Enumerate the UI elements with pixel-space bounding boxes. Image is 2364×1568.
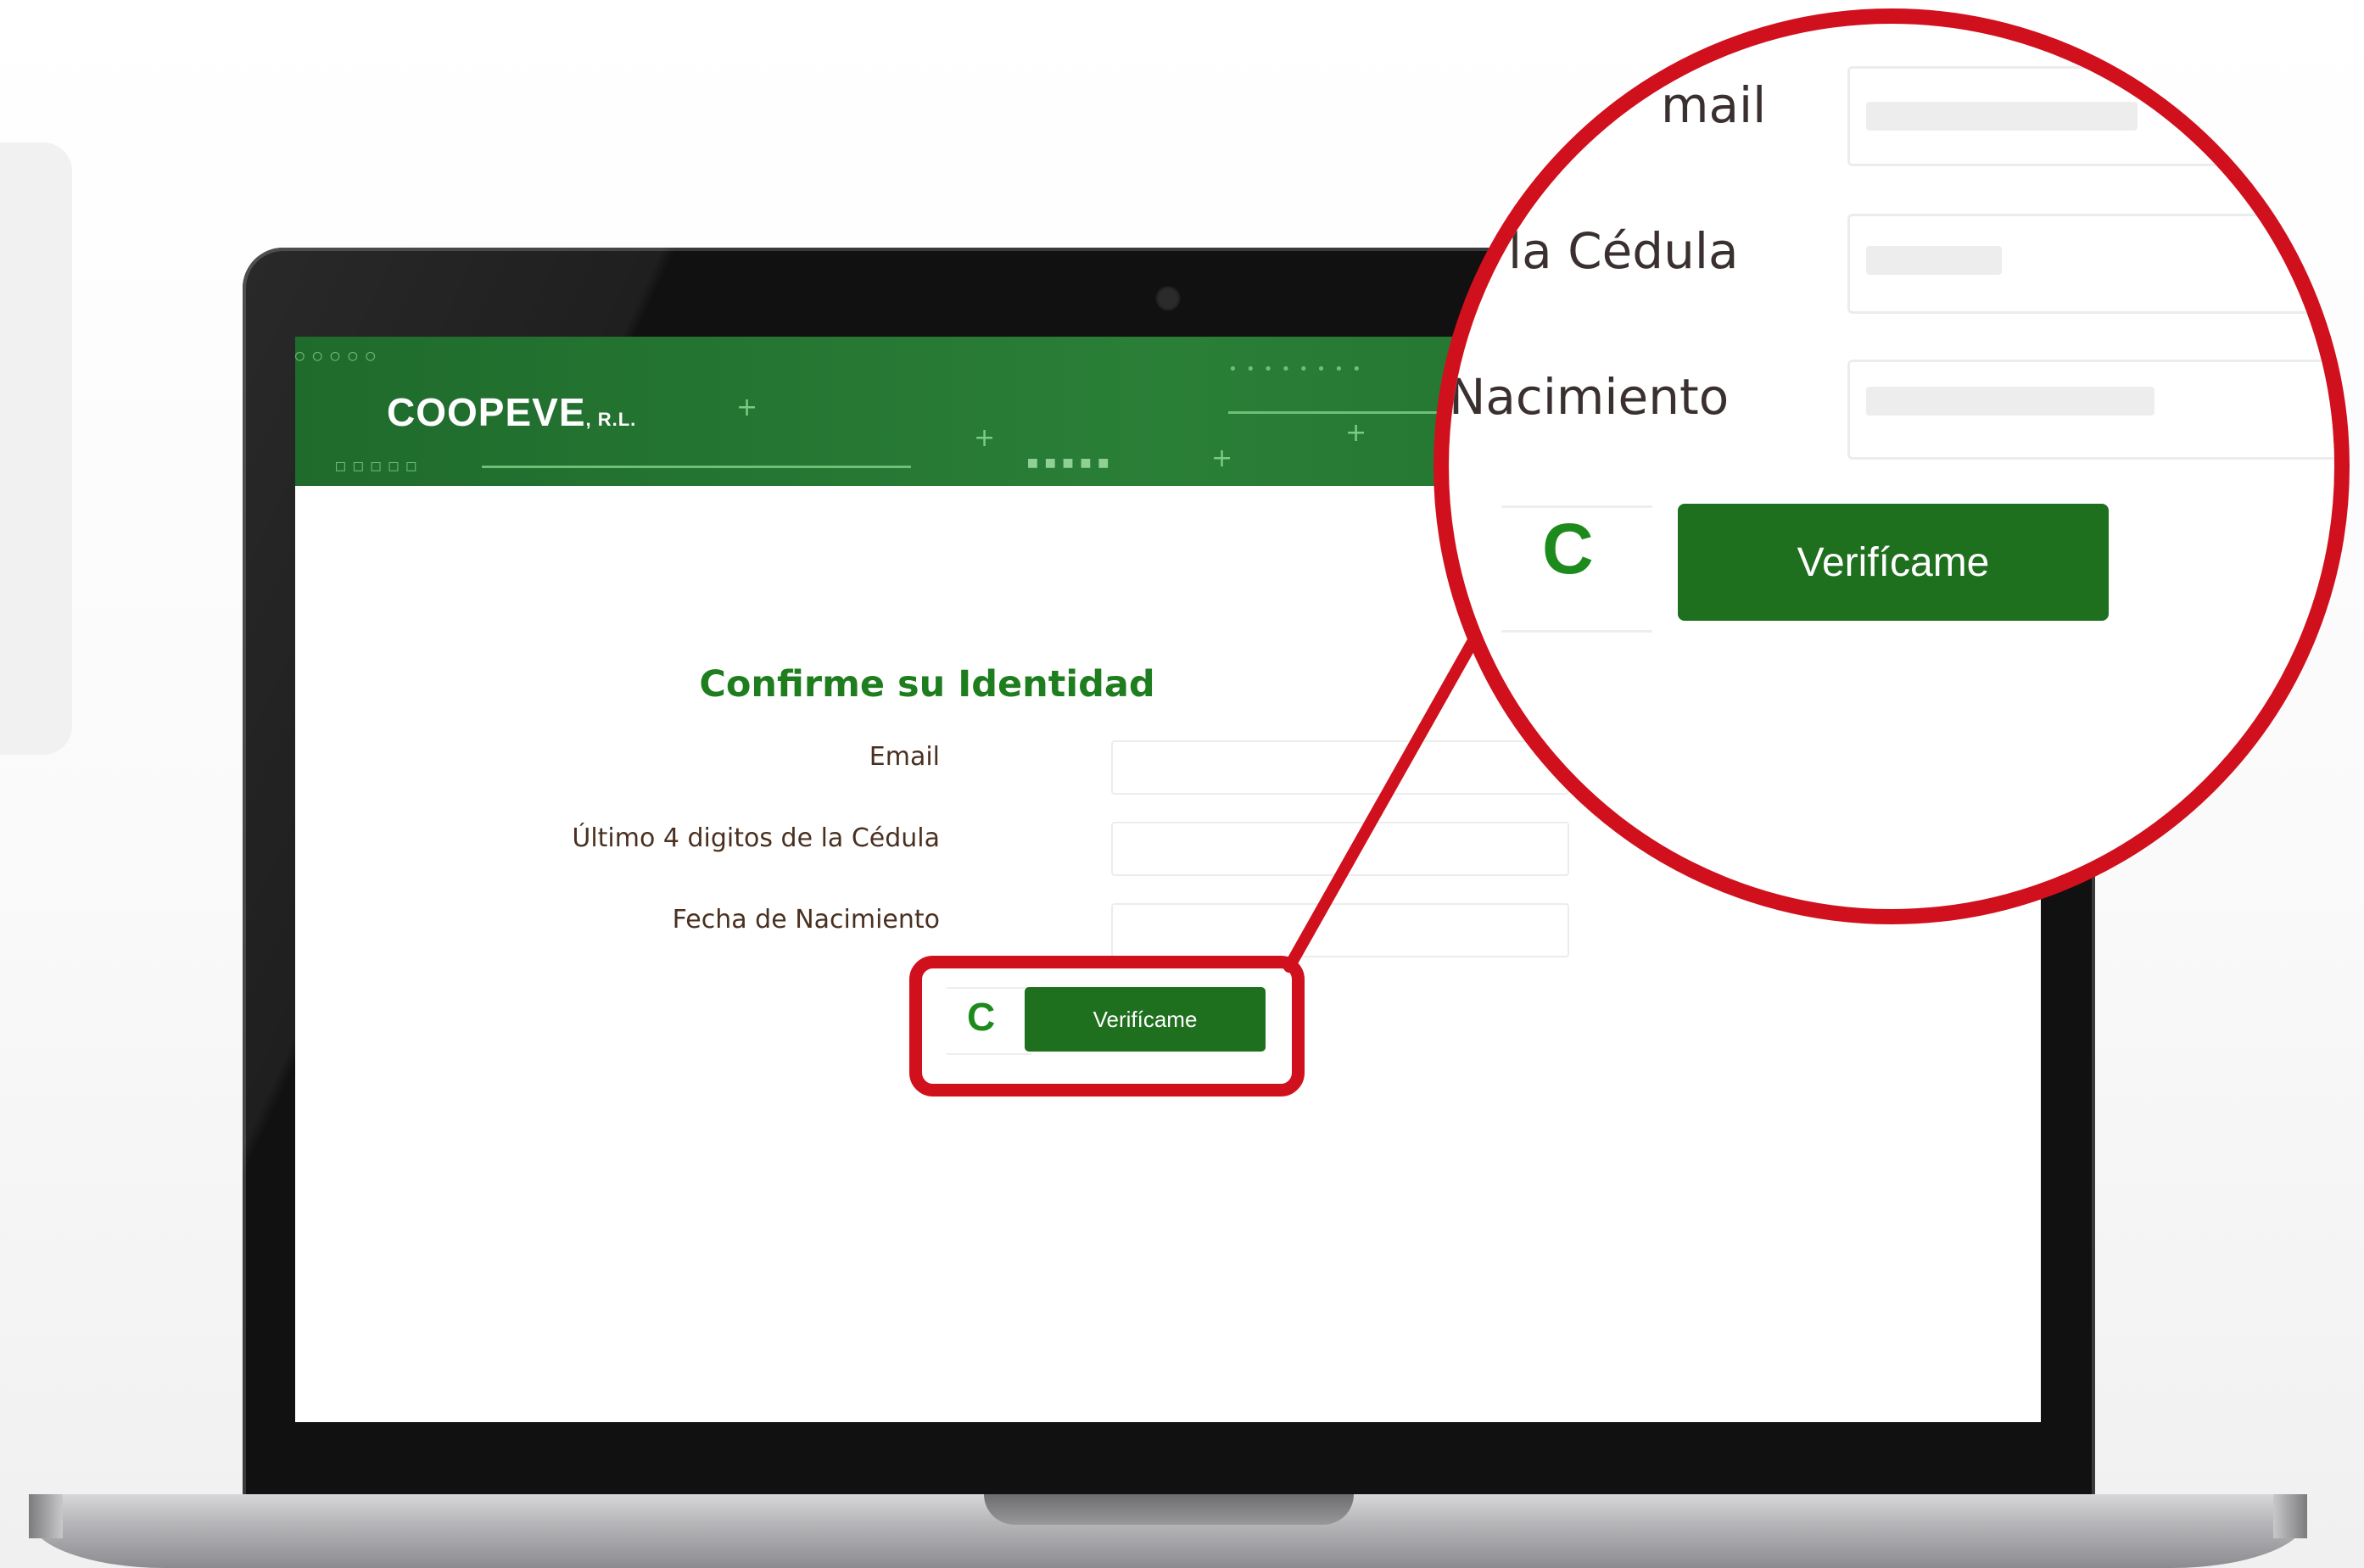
zoom-magnifier: mail la Cédula Nacimiento C Verifícame xyxy=(1433,8,2350,924)
decor-plus: + xyxy=(1345,418,1367,448)
highlight-frame xyxy=(909,956,1305,1096)
zoom-blurred-value xyxy=(1866,246,2002,275)
brand-name: Coopeve xyxy=(387,390,586,434)
decor-dots: □□□□□ xyxy=(336,457,425,475)
decor-line xyxy=(1228,411,1466,414)
zoom-cedula-label: la Cédula xyxy=(1508,222,1739,280)
laptop-base-edge xyxy=(29,1494,63,1538)
laptop-base-edge xyxy=(2273,1494,2307,1538)
zoom-blurred-value xyxy=(1866,102,2138,131)
decor-dots: ○○○○○ xyxy=(295,347,384,365)
decor-dots: •••••••• xyxy=(1228,360,1370,378)
email-label: Email xyxy=(869,742,940,772)
zoom-birth-label: Nacimiento xyxy=(1449,368,1730,426)
decor-plus: + xyxy=(974,423,996,453)
callout-connector xyxy=(1283,630,1482,973)
zoom-blurred-value xyxy=(1866,387,2154,416)
brand-logo[interactable]: Coopeve, R.L. xyxy=(387,389,636,435)
decor-plus: + xyxy=(736,393,758,422)
birth-date-label: Fecha de Nacimiento xyxy=(672,905,940,935)
decor-line xyxy=(482,466,911,468)
zoom-verify-button: Verifícame xyxy=(1678,504,2109,621)
zoom-captcha-letter: C xyxy=(1542,509,1594,589)
laptop-notch xyxy=(984,1494,1354,1525)
zoom-email-label: mail xyxy=(1661,76,1767,134)
side-panel xyxy=(0,142,72,755)
cedula-label: Último 4 digitos de la Cédula xyxy=(572,823,940,853)
camera-icon xyxy=(1155,286,1181,311)
decor-plus: + xyxy=(1211,444,1233,473)
decor-dots: ■■■■■ xyxy=(1028,454,1117,472)
brand-suffix: , R.L. xyxy=(585,409,637,430)
